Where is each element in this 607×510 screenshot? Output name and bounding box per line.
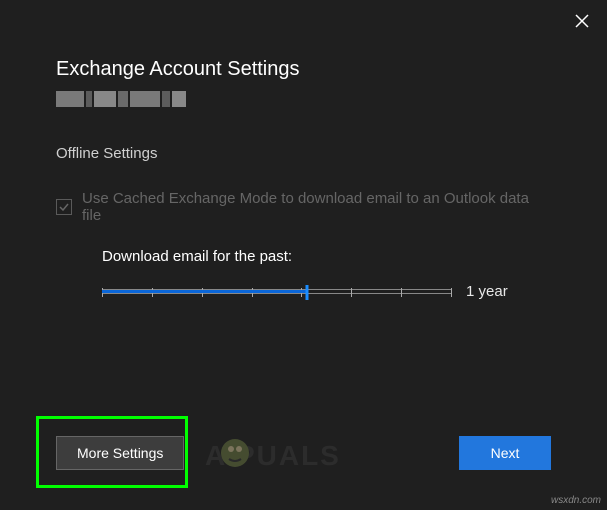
download-duration-slider[interactable] [102, 289, 452, 294]
cached-exchange-mode-checkbox[interactable] [56, 199, 72, 215]
exchange-account-settings-dialog: Exchange Account Settings Offline Settin… [0, 0, 607, 510]
close-icon[interactable] [575, 14, 589, 33]
offline-settings-label: Offline Settings [56, 145, 551, 162]
next-button[interactable]: Next [459, 436, 551, 470]
slider-fill [102, 290, 307, 293]
slider-value-label: 1 year [466, 283, 508, 300]
download-duration-label: Download email for the past: [102, 248, 551, 265]
dialog-title: Exchange Account Settings [56, 58, 551, 81]
cached-exchange-mode-row: Use Cached Exchange Mode to download ema… [56, 190, 551, 224]
watermark-site: wsxdn.com [551, 495, 601, 506]
checkmark-icon [58, 201, 70, 213]
account-email-redacted [56, 89, 196, 109]
more-settings-button[interactable]: More Settings [56, 436, 184, 470]
slider-thumb[interactable] [305, 285, 308, 300]
cached-exchange-mode-label: Use Cached Exchange Mode to download ema… [82, 190, 551, 224]
